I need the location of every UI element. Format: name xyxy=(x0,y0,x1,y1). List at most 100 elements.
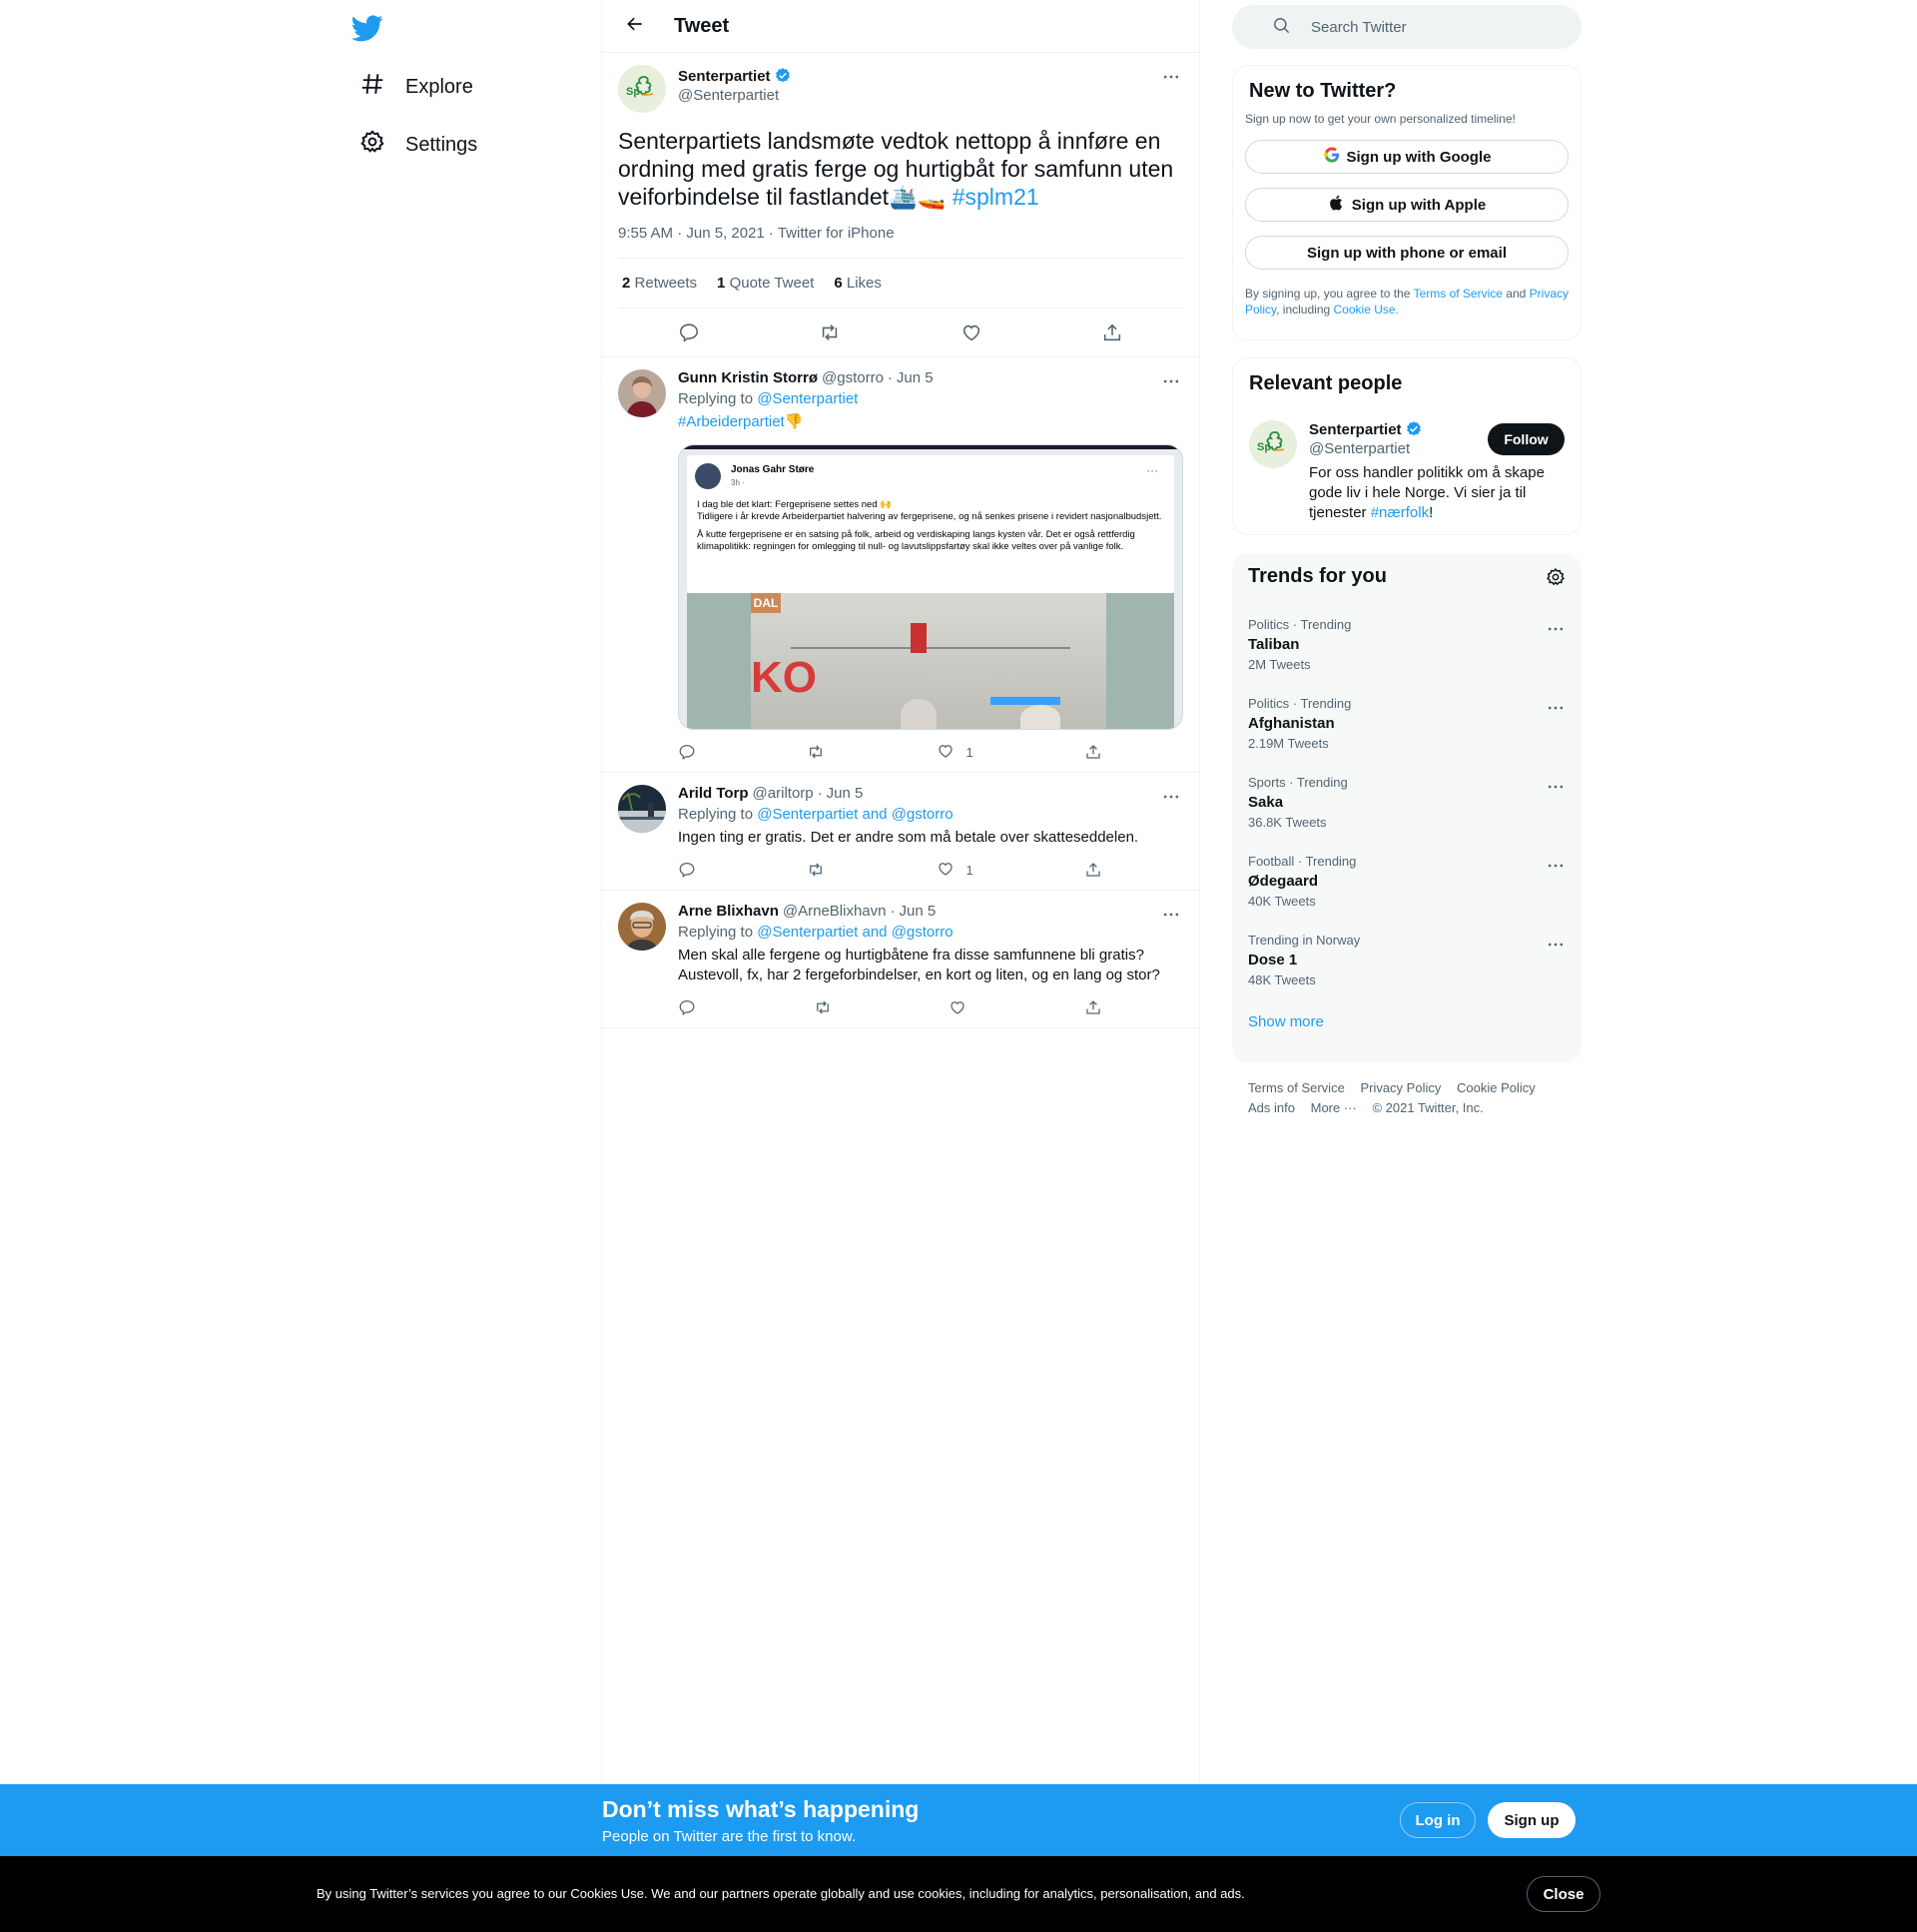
footer-terms-link[interactable]: Terms of Service xyxy=(1248,1080,1345,1095)
like-icon[interactable] xyxy=(949,998,966,1016)
reply-date[interactable]: Jun 5 xyxy=(899,903,936,920)
reply-author-handle[interactable]: @ariltorp xyxy=(753,785,814,802)
avatar[interactable] xyxy=(618,369,666,417)
more-options-icon[interactable] xyxy=(1546,777,1566,802)
back-button[interactable] xyxy=(618,9,652,43)
reply-icon[interactable] xyxy=(678,861,696,879)
reply-icon[interactable] xyxy=(678,998,696,1016)
like-icon[interactable] xyxy=(959,321,983,344)
avatar[interactable]: Sp xyxy=(618,65,666,113)
more-options-icon[interactable] xyxy=(1546,698,1566,723)
quote-tweets-stat[interactable]: 1 Quote Tweet xyxy=(717,275,814,292)
more-options-icon[interactable] xyxy=(1546,935,1566,960)
avatar[interactable] xyxy=(618,903,666,951)
likes-count: 6 xyxy=(834,275,843,292)
more-options-icon[interactable] xyxy=(1159,65,1183,89)
reply-author-name[interactable]: Arne Blixhavn xyxy=(678,903,779,920)
trends-header: Trends for you xyxy=(1232,553,1582,605)
more-options-icon[interactable] xyxy=(1546,856,1566,881)
nav-settings-label: Settings xyxy=(405,133,478,156)
replying-to-link[interactable]: @Senterpartiet and @gstorro xyxy=(757,806,953,823)
reply-body: Arne Blixhavn @ArneBlixhavn · Jun 5 Repl… xyxy=(678,903,1183,1019)
reply-author-handle[interactable]: @ArneBlixhavn xyxy=(783,903,887,920)
reply-icon[interactable] xyxy=(678,743,696,761)
trend-context: Politics · Trending xyxy=(1248,696,1352,711)
hashtag-link[interactable]: #Arbeiderpartiet xyxy=(678,413,785,430)
retweet-icon[interactable] xyxy=(807,861,825,879)
tweet-timestamp[interactable]: 9:55 AM · Jun 5, 2021 · Twitter for iPho… xyxy=(618,225,1183,259)
ferry-person xyxy=(1020,705,1060,729)
cookie-close-button[interactable]: Close xyxy=(1527,1876,1600,1912)
relevant-bio: For oss handler politikk om å skape gode… xyxy=(1309,463,1559,523)
retweet-icon[interactable] xyxy=(807,743,825,761)
share-icon[interactable] xyxy=(1100,321,1124,344)
reply-date[interactable]: Jun 5 xyxy=(827,785,864,802)
share-icon[interactable] xyxy=(1084,998,1102,1016)
avatar xyxy=(695,463,721,489)
signup-button[interactable]: Sign up xyxy=(1488,1802,1576,1838)
more-options-icon[interactable] xyxy=(1159,903,1183,927)
reply-author-name[interactable]: Gunn Kristin Storrø xyxy=(678,369,818,386)
reply-tweet[interactable]: Gunn Kristin Storrø @gstorro · Jun 5 Rep… xyxy=(602,357,1199,773)
trend-item[interactable]: Sports · Trending Saka 36.8K Tweets xyxy=(1232,763,1582,842)
like-button[interactable]: 1 xyxy=(937,742,973,763)
like-button[interactable]: 1 xyxy=(937,860,973,881)
embedded-more-icon: ··· xyxy=(1146,463,1158,477)
focal-author: Sp Senterpartiet @Senterpartiet xyxy=(618,65,1183,113)
reply-date[interactable]: Jun 5 xyxy=(897,369,934,386)
footer-more-link[interactable]: More ··· xyxy=(1311,1100,1357,1115)
likes-stat[interactable]: 6 Likes xyxy=(834,275,882,292)
trend-count: 40K Tweets xyxy=(1248,894,1316,909)
signup-google-button[interactable]: Sign up with Google xyxy=(1245,140,1569,174)
nav-explore[interactable]: Explore xyxy=(347,62,485,112)
hashtag-link[interactable]: #splm21 xyxy=(953,184,1039,210)
terms-link[interactable]: Terms of Service xyxy=(1414,287,1503,301)
more-options-icon[interactable] xyxy=(1159,369,1183,393)
gear-icon[interactable] xyxy=(1546,567,1566,592)
replying-to-link[interactable]: @Senterpartiet and @gstorro xyxy=(757,924,953,941)
replying-to-link[interactable]: @Senterpartiet xyxy=(757,390,858,407)
avatar[interactable]: Sp xyxy=(1249,420,1297,468)
trend-count: 2.19M Tweets xyxy=(1248,736,1329,751)
reply-tweet[interactable]: Arild Torp @ariltorp · Jun 5 Replying to… xyxy=(602,773,1199,891)
share-icon[interactable] xyxy=(1084,743,1102,761)
nav-settings[interactable]: Settings xyxy=(347,120,489,170)
embedded-line: Tidligere i år krevde Arbeiderpartiet ha… xyxy=(697,511,1162,522)
footer-privacy-link[interactable]: Privacy Policy xyxy=(1360,1080,1441,1095)
search-input[interactable]: Search Twitter xyxy=(1232,5,1582,49)
more-options-icon[interactable] xyxy=(1159,785,1183,809)
media-top-strip xyxy=(679,445,1182,449)
signup-phone-button[interactable]: Sign up with phone or email xyxy=(1245,236,1569,270)
legal-text: , including xyxy=(1276,303,1331,317)
more-options-icon[interactable] xyxy=(1546,619,1566,644)
retweets-stat[interactable]: 2 Retweets xyxy=(622,275,697,292)
hashtag-link[interactable]: #nærfolk xyxy=(1371,504,1429,521)
trend-item[interactable]: Trending in Norway Dose 1 48K Tweets xyxy=(1232,921,1582,999)
follow-button[interactable]: Follow xyxy=(1488,423,1565,455)
cookie-link[interactable]: Cookie Use. xyxy=(1334,303,1399,317)
trend-item[interactable]: Football · Trending Ødegaard 40K Tweets xyxy=(1232,842,1582,921)
login-button[interactable]: Log in xyxy=(1400,1802,1476,1838)
replying-prefix: Replying to xyxy=(678,806,754,823)
embedded-text: I dag ble det klart: Fergeprisene settes… xyxy=(697,499,1166,553)
author-handle[interactable]: @Senterpartiet xyxy=(678,87,792,104)
retweet-icon[interactable] xyxy=(818,321,842,344)
signup-apple-button[interactable]: Sign up with Apple xyxy=(1245,188,1569,222)
reply-author-name[interactable]: Arild Torp xyxy=(678,785,749,802)
trend-item[interactable]: Politics · Trending Afghanistan 2.19M Tw… xyxy=(1232,684,1582,763)
reply-author-handle[interactable]: @gstorro xyxy=(822,369,884,386)
avatar[interactable] xyxy=(618,785,666,833)
retweet-icon[interactable] xyxy=(814,998,832,1016)
show-more-link[interactable]: Show more xyxy=(1232,999,1582,1044)
footer-ads-link[interactable]: Ads info xyxy=(1248,1100,1295,1115)
reply-actions: 1 xyxy=(678,740,1102,764)
trend-item[interactable]: Politics · Trending Taliban 2M Tweets xyxy=(1232,605,1582,684)
footer-cookie-link[interactable]: Cookie Policy xyxy=(1457,1080,1536,1095)
author-name[interactable]: Senterpartiet xyxy=(678,67,792,85)
twitter-logo-icon[interactable] xyxy=(350,12,383,44)
reply-tweet[interactable]: Arne Blixhavn @ArneBlixhavn · Jun 5 Repl… xyxy=(602,891,1199,1028)
reply-icon[interactable] xyxy=(677,321,701,344)
share-icon[interactable] xyxy=(1084,861,1102,879)
reply-media-image[interactable]: Jonas Gahr Støre 3h · ··· I dag ble det … xyxy=(678,444,1183,730)
main-header: Tweet xyxy=(602,0,1199,53)
